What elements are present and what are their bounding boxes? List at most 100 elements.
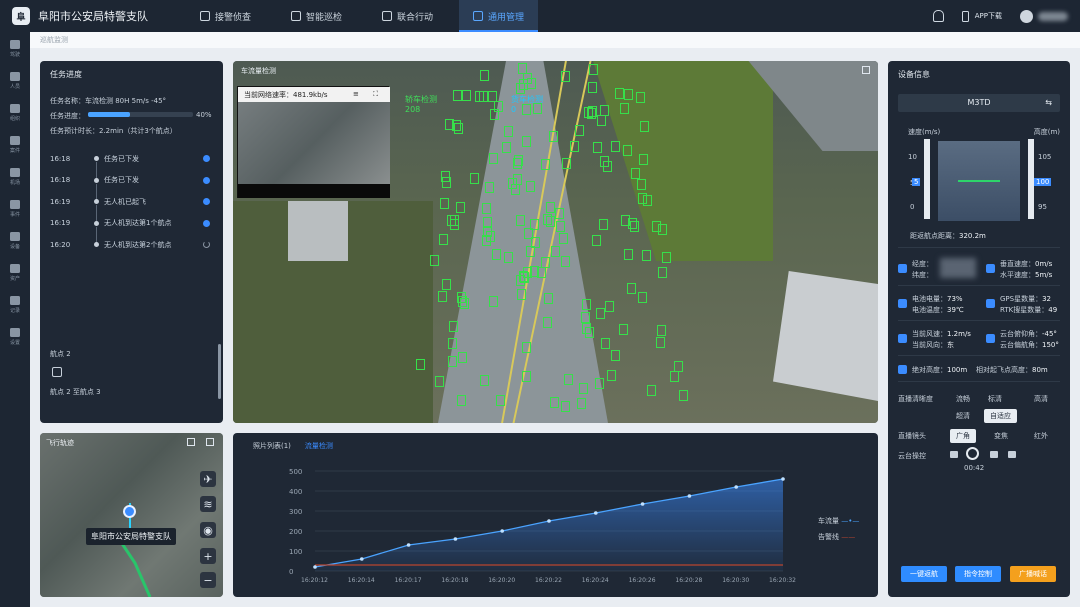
- car-detection-box: [441, 279, 451, 291]
- nav-smart-patrol[interactable]: 智能巡检: [277, 0, 356, 32]
- sidebar-item-4[interactable]: 机场: [0, 162, 30, 192]
- car-detection-box: [662, 251, 672, 263]
- sidebar-item-9[interactable]: 设置: [0, 322, 30, 352]
- police-logo-icon: 阜: [12, 7, 30, 25]
- lens-option[interactable]: 红外: [1028, 429, 1054, 443]
- timeline-time: 16:18: [50, 154, 71, 163]
- car-detection-box: [561, 157, 571, 169]
- broadcast-button[interactable]: 广播喊话: [1010, 566, 1056, 582]
- nav-general-management[interactable]: 通用管理: [459, 0, 539, 32]
- drone-selector[interactable]: M3TD ⇆: [898, 94, 1060, 112]
- sidebar-item-8[interactable]: 记录: [0, 290, 30, 320]
- screenshot-icon[interactable]: [187, 438, 195, 446]
- map-panel[interactable]: 飞行轨迹 ✈ ≋ ◉ + − 阜阳市公安局特警支队: [40, 433, 223, 597]
- divider: [898, 320, 1060, 321]
- stream-option[interactable]: 标清: [982, 392, 1008, 406]
- breadcrumb[interactable]: 巡航监测: [30, 32, 1080, 48]
- stream-option-selected[interactable]: 自适应: [984, 409, 1017, 423]
- timeline-item: 16:18 任务已下发: [50, 170, 210, 200]
- divider: [898, 381, 1060, 382]
- pip-menu-icon[interactable]: ≡ ⛶: [353, 90, 384, 99]
- rel-alt-label: 相对起飞点高度：: [976, 366, 1032, 374]
- camera-icon[interactable]: [950, 451, 958, 458]
- patrol-icon: [291, 11, 302, 21]
- car-detection-box: [641, 249, 651, 261]
- car-detection-box: [521, 136, 531, 148]
- car-detection-box: [655, 336, 665, 348]
- car-detection-box: [452, 89, 462, 101]
- pip-camera[interactable]: 当前网络速率：481.9kb/s ≡ ⛶: [237, 86, 390, 198]
- task-progress-bar: [88, 112, 193, 117]
- car-detection-box: [600, 337, 610, 349]
- car-detection-box: [657, 224, 667, 236]
- fullscreen-icon[interactable]: [206, 438, 214, 446]
- sidebar-item-6[interactable]: 设备: [0, 226, 30, 256]
- sidebar-item-5[interactable]: 事件: [0, 194, 30, 224]
- latitude-label: 纬度：: [912, 271, 933, 279]
- drone-locate-icon[interactable]: ✈: [200, 471, 216, 487]
- fullscreen-icon[interactable]: [862, 66, 870, 74]
- car-detection-box: [517, 289, 527, 301]
- car-detection-box: [439, 197, 449, 209]
- pip-rate-label: 当前网络速率：: [244, 91, 293, 99]
- layers-icon[interactable]: ≋: [200, 496, 216, 512]
- record-button[interactable]: [966, 447, 979, 460]
- return-home-button[interactable]: 一键返航: [901, 566, 947, 582]
- car-detection-box: [491, 248, 501, 260]
- car-detection-box: [611, 141, 621, 153]
- scrollbar[interactable]: [218, 344, 221, 399]
- drone-marker-icon[interactable]: [123, 505, 136, 518]
- car-detection-box: [638, 292, 648, 304]
- timeline-dot: [94, 220, 99, 226]
- sidebar-icon: [10, 40, 20, 49]
- rtk-value: 49: [1048, 306, 1058, 314]
- car-detection-box: [486, 230, 496, 242]
- task-progress-fill: [88, 112, 130, 117]
- shield-icon[interactable]: [990, 451, 998, 458]
- car-detection-box: [576, 397, 586, 409]
- x-tick-label: 16:20:17: [395, 577, 422, 584]
- sidebar: 驾驶 人员 组织 案件 机场 事件 设备 资产 记录 设置: [0, 32, 30, 607]
- zoom-in-button[interactable]: +: [200, 548, 216, 564]
- zoom-out-button[interactable]: −: [200, 572, 216, 588]
- user-menu[interactable]: [1020, 9, 1068, 23]
- sidebar-item-3[interactable]: 案件: [0, 130, 30, 160]
- alt-value: 100m: [947, 366, 968, 374]
- car-detection-box: [488, 153, 498, 165]
- stream-option[interactable]: 流畅: [950, 392, 976, 406]
- divider: [898, 355, 1060, 356]
- battery-value: 73%: [947, 295, 963, 303]
- timeline-item: 16:20 无人机到达第2个航点: [50, 234, 210, 256]
- x-tick-label: 16:20:30: [722, 577, 749, 584]
- nav-joint-operation[interactable]: 联合行动: [368, 0, 447, 32]
- stream-option[interactable]: 高清: [1028, 392, 1054, 406]
- distance-row: 距返航点距离：320.2m: [910, 231, 986, 241]
- bell-icon[interactable]: [932, 10, 944, 22]
- nav-alarm-investigation[interactable]: 接警侦查: [186, 0, 265, 32]
- car-detection-box: [620, 103, 630, 115]
- sidebar-item-1[interactable]: 人员: [0, 66, 30, 96]
- command-control-button[interactable]: 指令控制: [955, 566, 1001, 582]
- car-detection-box: [600, 104, 610, 116]
- lens-option[interactable]: 变焦: [988, 429, 1014, 443]
- legend-alarm-label: 告警线: [818, 533, 839, 541]
- lens-option-selected[interactable]: 广角: [950, 429, 976, 443]
- car-detection-box: [669, 371, 679, 383]
- list-icon[interactable]: [1008, 451, 1016, 458]
- height-tick: 95: [1038, 203, 1047, 211]
- sidebar-item-7[interactable]: 资产: [0, 258, 30, 288]
- sidebar-item-2[interactable]: 组织: [0, 98, 30, 128]
- car-detection-box: [456, 395, 466, 407]
- car-detection-box: [561, 401, 571, 413]
- device-panel-title: 设备信息: [898, 70, 930, 79]
- app-download-link[interactable]: APP下载: [961, 10, 1002, 22]
- eye-icon[interactable]: ◉: [200, 522, 216, 538]
- timeline-time: 16:19: [50, 197, 71, 206]
- car-detection-box: [521, 371, 531, 383]
- speed-marker: 5: [912, 178, 921, 186]
- sidebar-label: 资产: [9, 276, 20, 282]
- stream-option[interactable]: 超清: [950, 409, 976, 423]
- rel-alt-row: 相对起飞点高度：80m: [976, 365, 1048, 375]
- car-detection-box: [658, 266, 668, 278]
- sidebar-item-0[interactable]: 驾驶: [0, 34, 30, 64]
